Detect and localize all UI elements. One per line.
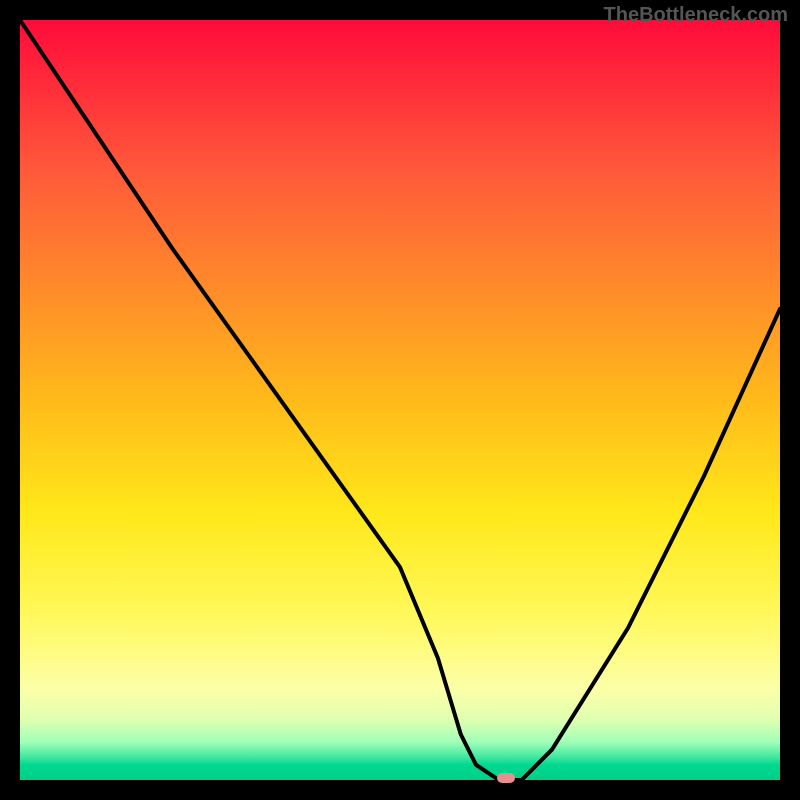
- curve-svg: [20, 20, 780, 780]
- watermark-text: TheBottleneck.com: [604, 4, 788, 27]
- chart-container: TheBottleneck.com: [0, 0, 800, 800]
- optimal-marker: [497, 773, 515, 783]
- plot-area: [20, 20, 780, 780]
- bottleneck-curve-path: [20, 20, 780, 780]
